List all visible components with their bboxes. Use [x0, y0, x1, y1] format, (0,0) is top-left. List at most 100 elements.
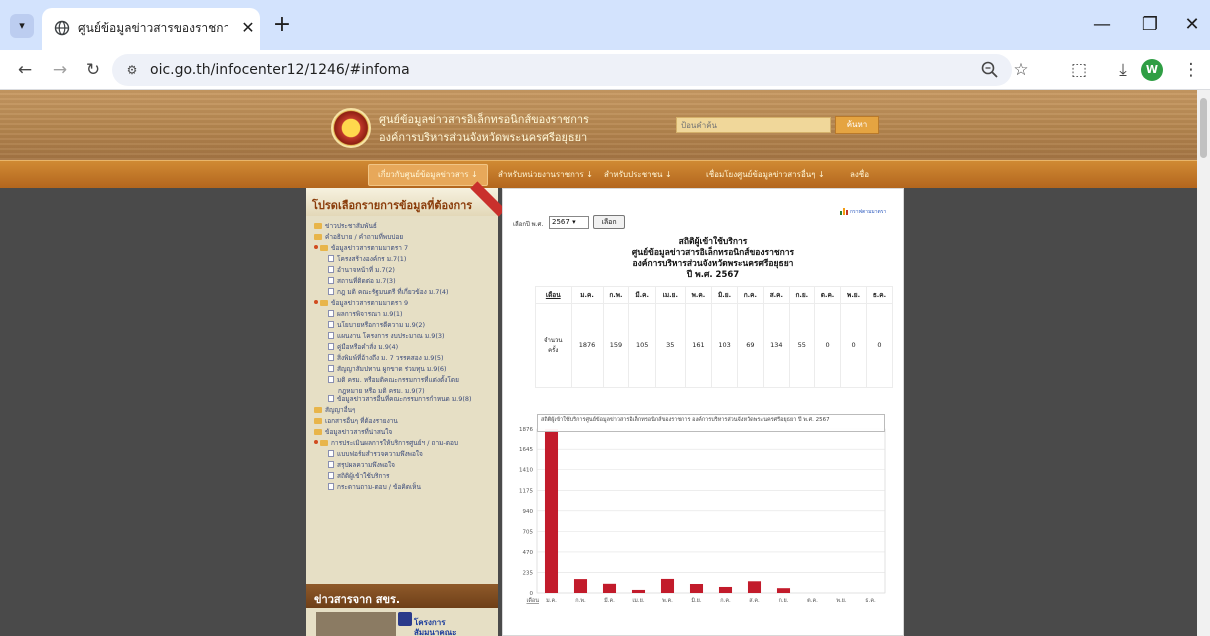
bar [747, 581, 762, 593]
profile-avatar[interactable]: W [1141, 59, 1163, 81]
tab-search-button[interactable]: ▾ [10, 14, 34, 38]
sidebar-item[interactable]: สิ่งพิมพ์ที่อ้างถึง ม. 7 วรรคสอง ม.9(5) [328, 354, 444, 363]
sidebar-item[interactable]: ข้อมูลข่าวสารที่น่าสนใจ [314, 428, 392, 437]
y-tick-label: 705 [523, 529, 534, 535]
choose-button[interactable]: เลือก [593, 215, 625, 229]
site-info-icon[interactable]: ⚙ [122, 61, 142, 79]
sidebar-item[interactable]: กฎ มติ คณะรัฐมนตรี ที่เกี่ยวข้อง ม.7(4) [328, 288, 449, 297]
web-page: ศูนย์ข้อมูลข่าวสารอิเล็กทรอนิกส์ของราชกา… [0, 90, 1197, 636]
news-title: ข่าวสารจาก สขร. [314, 593, 401, 606]
sidebar-item-label: ข้อมูลข่าวสารตามมาตรา 9 [331, 299, 409, 307]
sidebar-item[interactable]: มติ ครม. หรือมติคณะกรรมการที่แต่งตั้งโดย [328, 376, 459, 385]
sidebar-item-label: ข่าวประชาสัมพันธ์ [325, 222, 377, 230]
column-header: ส.ค. [762, 286, 790, 304]
bar-chart-icon[interactable] [840, 207, 848, 215]
sidebar-item[interactable]: สัญญาสัมปทาน ผูกขาด ร่วมทุน ม.9(6) [328, 365, 447, 374]
table-header-row: เดือน ม.ค. ก.พ. มี.ค. เม.ย. พ.ค. มิ.ย. ก.ค. ส.ค… [535, 286, 894, 304]
banner-wood-texture [0, 90, 1197, 160]
extensions-icon[interactable]: ⬚ [1066, 57, 1092, 83]
download-icon[interactable]: ⤓ [1110, 57, 1136, 83]
nav-government[interactable]: สำหรับหน่วยงานราชการ ↓ [498, 168, 593, 181]
bar [689, 583, 704, 593]
back-button[interactable]: ← [12, 57, 38, 83]
new-tab-button[interactable]: + [270, 14, 294, 38]
sidebar-item[interactable]: การประเมินผลการให้บริการศูนย์ฯ / ถาม-ตอบ [314, 439, 458, 448]
stats-title-year: ปี พ.ศ. 2567 [686, 270, 740, 280]
x-tick-label: พ.ค. [662, 598, 673, 604]
news-thumbnail[interactable] [316, 612, 396, 636]
folder-icon [314, 407, 322, 413]
sidebar-item[interactable]: คู่มือหรือคำสั่ง ม.9(4) [328, 343, 398, 352]
sidebar-item-label: การประเมินผลการให้บริการศูนย์ฯ / ถาม-ตอบ [331, 439, 458, 447]
x-tick-label: ธ.ค. [865, 597, 876, 604]
minimize-button[interactable]: — [1088, 12, 1116, 38]
document-icon [328, 277, 334, 284]
sidebar-item[interactable]: คำอธิบาย / คำถามที่พบบ่อย [314, 233, 403, 242]
reload-button[interactable]: ↻ [80, 57, 106, 83]
nav-public[interactable]: สำหรับประชาชน ↓ [604, 168, 672, 181]
sidebar-item-label: กระดานถาม-ตอบ / ข้อคิดเห็น [337, 483, 421, 491]
sidebar-item[interactable]: แบบฟอร์มสำรวจความพึงพอใจ [328, 450, 423, 459]
expand-bullet-icon [314, 300, 318, 304]
bookmark-star-icon[interactable]: ☆ [1008, 57, 1034, 83]
sidebar-item[interactable]: ผลการพิจารณา ม.9(1) [328, 310, 403, 319]
page-scrollbar[interactable] [1197, 90, 1210, 636]
search-button[interactable]: ค้นหา [835, 116, 879, 134]
column-header: ธ.ค. [865, 286, 894, 304]
table-cell: 134 [762, 302, 790, 389]
x-tick-label: ก.ย. [778, 598, 788, 604]
sidebar-item[interactable]: สัญญาอื่นๆ [314, 406, 356, 415]
bar [544, 429, 559, 593]
sidebar-item[interactable]: ข้อมูลข่าวสารตามมาตรา 7 [314, 244, 408, 253]
sidebar-item-label: แผนงาน โครงการ งบประมาณ ม.9(3) [337, 332, 445, 340]
table-cell: 35 [654, 302, 686, 389]
sidebar-item[interactable]: ข้อมูลข่าวสารตามมาตรา 9 [314, 299, 408, 308]
document-icon [328, 450, 334, 457]
table-row: จำนวน ครั้ง 1876 159 105 35 161 103 69 134 55 0 0 0 [535, 302, 894, 389]
sidebar-item[interactable]: ข่าวประชาสัมพันธ์ [314, 222, 377, 231]
sidebar-item[interactable]: นโยบายหรือการตีความ ม.9(2) [328, 321, 425, 330]
address-bar[interactable]: ⚙ oic.go.th/infocenter12/1246/#infoma ☆ [112, 54, 1029, 86]
sidebar-item[interactable]: โครงสร้างองค์กร ม.7(1) [328, 255, 406, 264]
year-select[interactable]: 2567 ▾ [549, 216, 589, 229]
zoom-icon[interactable] [980, 60, 1000, 80]
sidebar-item-label: ผลการพิจารณา ม.9(1) [337, 310, 403, 318]
graph-link[interactable]: กราฟตามมาตรา [850, 208, 886, 216]
sidebar-item[interactable]: ข้อมูลข่าวสารอื่นที่คณะกรรมการกำหนด ม.9(… [328, 395, 472, 404]
sidebar-item[interactable]: เอกสารอื่นๆ ที่ต้องรายงาน [314, 417, 398, 426]
document-icon [328, 483, 334, 490]
browser-menu-icon[interactable]: ⋮ [1178, 57, 1204, 83]
close-tab-icon[interactable]: ✕ [238, 18, 258, 38]
close-window-button[interactable]: ✕ [1178, 12, 1206, 38]
sidebar-item[interactable]: สรุปผลความพึงพอใจ [328, 461, 395, 470]
tab-strip: ▾ ศูนย์ข้อมูลข่าวสารของราชการ » องค์ ✕ +… [0, 0, 1210, 50]
sidebar-item[interactable]: อำนาจหน้าที่ ม.7(2) [328, 266, 395, 275]
site-logo[interactable] [331, 108, 371, 148]
y-tick-label: 235 [523, 570, 534, 576]
y-tick-label: 1645 [519, 447, 533, 453]
folder-icon [314, 418, 322, 424]
news-link-2[interactable]: สัมมนาคณะ [414, 626, 456, 636]
y-tick-label: 470 [523, 550, 534, 556]
site-title: ศูนย์ข้อมูลข่าวสารอิเล็กทรอนิกส์ของราชกา… [379, 113, 589, 126]
nav-links[interactable]: เชื่อมโยงศูนย์ข้อมูลข่าวสารอื่นๆ ↓ [706, 168, 825, 181]
scrollbar-thumb[interactable] [1200, 98, 1207, 158]
site-banner: ศูนย์ข้อมูลข่าวสารอิเล็กทรอนิกส์ของราชกา… [0, 90, 1197, 160]
nav-login[interactable]: ลงชื่อ [850, 168, 869, 181]
search-input[interactable] [676, 117, 831, 133]
sidebar-item[interactable]: กระดานถาม-ตอบ / ข้อคิดเห็น [328, 483, 421, 492]
document-icon [328, 255, 334, 262]
sidebar-item-label: สรุปผลความพึงพอใจ [337, 461, 395, 469]
nav-about-center[interactable]: เกี่ยวกับศูนย์ข้อมูลข่าวสาร ↓ [378, 168, 478, 181]
restore-button[interactable]: ❐ [1136, 12, 1164, 38]
sidebar-item-label: นโยบายหรือการตีความ ม.9(2) [337, 321, 425, 329]
forward-button[interactable]: → [47, 57, 73, 83]
x-tick-label: ก.ค. [720, 598, 731, 604]
sidebar-item-label: ข้อมูลข่าวสารอื่นที่คณะกรรมการกำหนด ม.9(… [337, 395, 472, 403]
sidebar-item[interactable]: สถานที่ติดต่อ ม.7(3) [328, 277, 396, 286]
row-label-unit: ครั้ง [548, 347, 559, 355]
sidebar-item[interactable]: แผนงาน โครงการ งบประมาณ ม.9(3) [328, 332, 445, 341]
active-tab[interactable]: ศูนย์ข้อมูลข่าวสารของราชการ » องค์ ✕ [42, 8, 260, 50]
sidebar-item[interactable]: สถิติผู้เข้าใช้บริการ [328, 472, 390, 481]
url-text[interactable]: oic.go.th/infocenter12/1246/#infoma [150, 61, 410, 79]
